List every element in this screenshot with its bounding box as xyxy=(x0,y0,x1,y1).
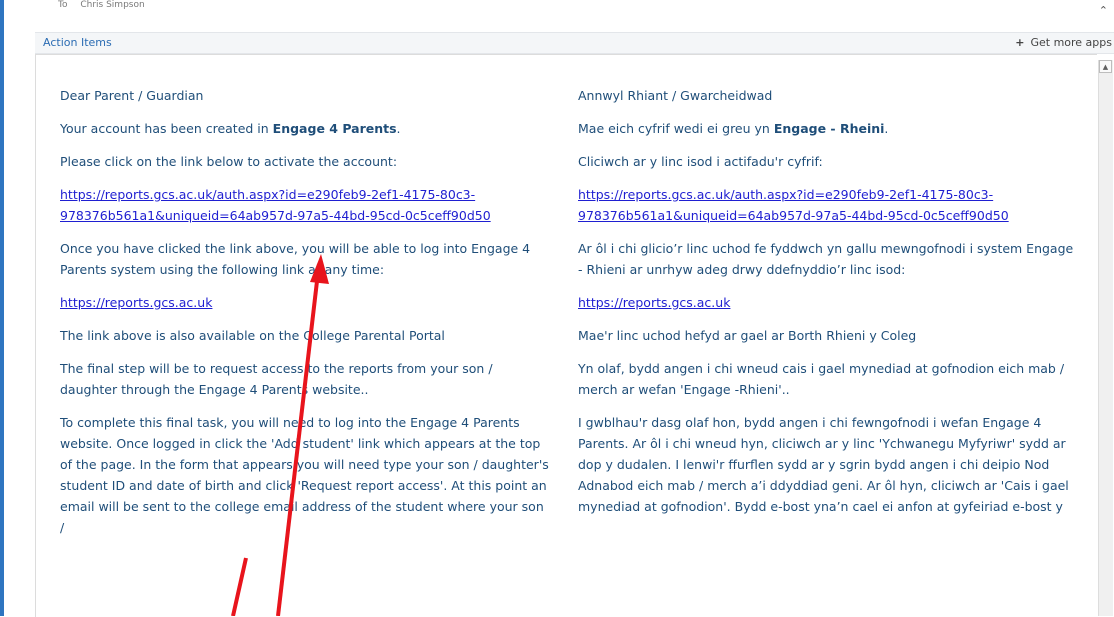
greeting-en: Dear Parent / Guardian xyxy=(60,88,204,103)
complete-en-4: student ID and date of birth and click '… xyxy=(60,478,547,493)
recipient-name[interactable]: Chris Simpson xyxy=(80,0,144,10)
click-below-cy: Cliciwch ar y linc isod i actifadu'r cyf… xyxy=(578,154,823,169)
created-cy: Mae eich cyfrif wedi ei greu yn Engage -… xyxy=(578,118,1088,139)
activation-link-en-1[interactable]: https://reports.gcs.ac.uk/auth.aspx?id=e… xyxy=(60,187,475,202)
created-en-text: Your account has been created in xyxy=(60,121,273,136)
final-step-cy-2: merch ar wefan 'Engage -Rhieni'.. xyxy=(578,382,790,397)
action-items-link[interactable]: Action Items xyxy=(43,36,112,49)
reports-link-en[interactable]: https://reports.gcs.ac.uk xyxy=(60,295,212,310)
created-en: Your account has been created in Engage … xyxy=(60,118,550,139)
complete-en-5: email will be sent to the college email … xyxy=(60,499,544,535)
complete-cy-1: I gwblhau'r dasg olaf hon, bydd angen i … xyxy=(578,415,1042,430)
recipient-row: To Chris Simpson xyxy=(58,0,145,14)
get-more-apps-label: Get more apps xyxy=(1030,36,1112,49)
final-step-en-2: daughter through the Engage 4 Parents we… xyxy=(60,382,369,397)
scroll-up-icon[interactable]: ▲ xyxy=(1099,60,1112,73)
activation-link-cy-1[interactable]: https://reports.gcs.ac.uk/auth.aspx?id=e… xyxy=(578,187,993,202)
complete-en-3: of the page. In the form that appears yo… xyxy=(60,457,549,472)
complete-cy-3: dop y dudalen. I lenwi'r ffurflen sydd a… xyxy=(578,457,1050,472)
greeting-cy: Annwyl Rhiant / Gwarcheidwad xyxy=(578,88,773,103)
final-step-cy-1: Yn olaf, bydd angen i chi wneud cais i g… xyxy=(578,361,1065,376)
activation-link-cy-line2[interactable]: 978376b561a1&uniqueid=64ab957d-97a5-44bd… xyxy=(578,205,1088,226)
once-clicked-en-2: Parents system using the following link … xyxy=(60,262,385,277)
activation-link-cy-line1[interactable]: https://reports.gcs.ac.uk/auth.aspx?id=e… xyxy=(578,184,1088,205)
activation-link-en-line2[interactable]: 978376b561a1&uniqueid=64ab957d-97a5-44bd… xyxy=(60,205,550,226)
complete-cy-5: mynediad at gofnodion'. Bydd e-bost yna’… xyxy=(578,499,1063,514)
click-below-en: Please click on the link below to activa… xyxy=(60,154,398,169)
reports-link-en-line[interactable]: https://reports.gcs.ac.uk xyxy=(60,292,550,313)
once-clicked-cy-2: - Rhieni ar unrhyw adeg drwy ddefnyddio’… xyxy=(578,262,906,277)
activation-link-en-2[interactable]: 978376b561a1&uniqueid=64ab957d-97a5-44bd… xyxy=(60,208,491,223)
final-step-en-1: The final step will be to request access… xyxy=(60,361,493,376)
action-items-bar: Action Items + Get more apps xyxy=(35,32,1114,54)
once-clicked-en-1: Once you have clicked the link above, yo… xyxy=(60,241,531,256)
reports-link-cy[interactable]: https://reports.gcs.ac.uk xyxy=(578,295,730,310)
complete-cy-2: Parents. Ar ôl i chi wneud hyn, cliciwch… xyxy=(578,436,1066,451)
portal-en: The link above is also available on the … xyxy=(60,328,445,343)
product-name-cy: Engage - Rheini xyxy=(773,121,885,136)
complete-en-2: website. Once logged in click the 'Add s… xyxy=(60,436,541,451)
get-more-apps-button[interactable]: + Get more apps xyxy=(1015,36,1112,49)
complete-cy-4: Adnabod eich mab / merch a’i ddyddiad ge… xyxy=(578,478,1069,493)
complete-en-1: To complete this final task, you will ne… xyxy=(60,415,520,430)
created-en-period: . xyxy=(396,121,401,136)
portal-cy: Mae'r linc uchod hefyd ar gael ar Borth … xyxy=(578,328,917,343)
plus-icon: + xyxy=(1015,36,1025,49)
to-label: To xyxy=(58,0,68,10)
once-clicked-cy-1: Ar ôl i chi glicio’r linc uchod fe fyddw… xyxy=(578,241,1074,256)
product-name-en: Engage 4 Parents xyxy=(272,121,397,136)
created-cy-text: Mae eich cyfrif wedi ei greu yn xyxy=(578,121,774,136)
collapse-header-icon[interactable]: ⌃ xyxy=(1099,4,1108,17)
message-scrollbar[interactable]: ▲ xyxy=(1098,60,1113,616)
created-cy-period: . xyxy=(884,121,889,136)
window-accent-edge xyxy=(0,0,4,616)
activation-link-cy-2[interactable]: 978376b561a1&uniqueid=64ab957d-97a5-44bd… xyxy=(578,208,1009,223)
activation-link-en-line1[interactable]: https://reports.gcs.ac.uk/auth.aspx?id=e… xyxy=(60,184,550,205)
reports-link-cy-line[interactable]: https://reports.gcs.ac.uk xyxy=(578,292,1088,313)
